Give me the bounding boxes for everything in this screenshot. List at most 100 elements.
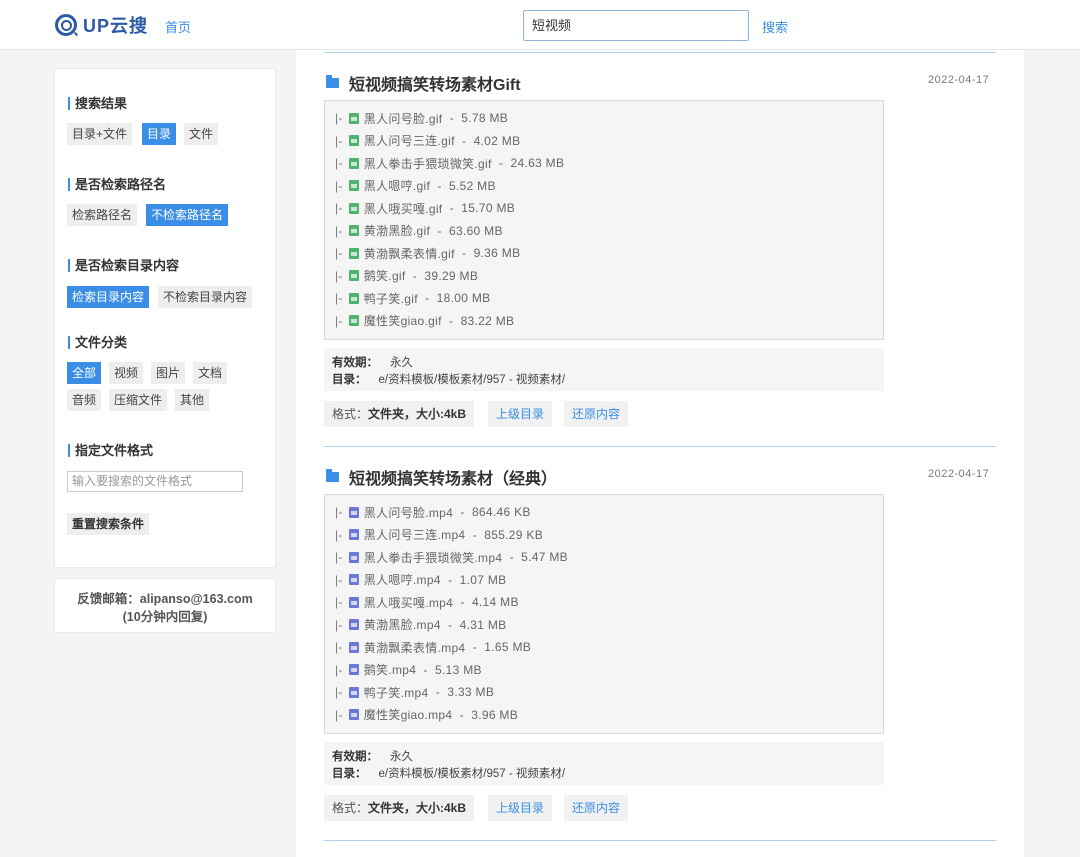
file-name: 黑人问号脸.gif <box>363 111 443 126</box>
file-size: 5.47 MB <box>521 550 568 564</box>
file-list-item[interactable]: |- 鹅笑.gif - 39.29 MB <box>335 268 478 284</box>
format-input[interactable]: 输入要搜索的文件格式 <box>67 471 243 492</box>
nav-home-link[interactable]: 首页 <box>165 17 191 36</box>
section-title-content: 是否检索目录内容 <box>68 259 179 272</box>
file-list-item[interactable]: |- 魔性笑giao.mp4 - 3.96 MB <box>335 707 518 723</box>
file-list-item[interactable]: |- 黑人问号脸.mp4 - 864.46 KB <box>335 504 531 520</box>
validity-value: 永久 <box>390 357 413 369</box>
result-date: 2022-04-17 <box>928 74 990 86</box>
result-title[interactable]: 短视频搞笑转场素材Gift <box>326 71 521 95</box>
tree-branch: |- <box>335 617 343 632</box>
search-input[interactable]: 短视频 <box>523 10 749 41</box>
file-size-separator: - <box>454 246 474 260</box>
filter-search-path[interactable]: 检索路径名 <box>67 204 138 226</box>
restore-content-button[interactable]: 还原内容 <box>564 401 629 427</box>
tree-branch: |- <box>335 268 343 283</box>
file-size-separator: - <box>441 313 461 328</box>
section-title-result: 搜索结果 <box>68 97 127 110</box>
file-size-separator: - <box>452 707 472 722</box>
file-list: |- 黑人问号脸.gif - 5.78 MB |- 黑人问号三连.gif - 4.02… <box>324 100 884 340</box>
video-file-icon <box>348 551 359 563</box>
tree-branch: |- <box>335 291 343 305</box>
category-video[interactable]: 视频 <box>109 362 144 384</box>
filter-sidebar: 搜索结果 目录+文件 目录 文件 是否检索路径名 检索路径名 不检索路径名 是否… <box>54 68 276 568</box>
file-size-separator: - <box>416 662 436 677</box>
result-meta: 有效期： 永久 目录： e/资料模板/模板素材/957 - 视频素材/ <box>324 742 884 785</box>
file-size-separator: - <box>405 268 425 283</box>
file-list-item[interactable]: |- 鸭子笑.gif - 18.00 MB <box>335 290 490 306</box>
category-all[interactable]: 全部 <box>67 362 102 384</box>
filter-no-search-content[interactable]: 不检索目录内容 <box>158 286 253 308</box>
tree-branch: |- <box>335 572 343 587</box>
file-size-separator: - <box>417 291 437 305</box>
file-list-item[interactable]: |- 黑人嗯哼.gif - 5.52 MB <box>335 178 496 194</box>
filter-dir-and-file[interactable]: 目录+文件 <box>67 123 133 145</box>
category-document[interactable]: 文档 <box>193 362 228 384</box>
file-size-separator: - <box>428 685 448 699</box>
format-value: 文件夹，大小:4kB <box>368 801 467 815</box>
file-name: 黑人嗯哼.gif <box>363 179 431 193</box>
file-list-item[interactable]: |- 黄渤黑脸.mp4 - 4.31 MB <box>335 617 506 633</box>
file-size: 1.65 MB <box>484 640 532 654</box>
directory-label: 目录： <box>332 768 367 780</box>
result-title-text[interactable]: 短视频搞笑转场素材（经典） <box>349 465 557 489</box>
file-name: 黑人问号三连.mp4 <box>363 528 466 542</box>
filter-file[interactable]: 文件 <box>184 123 219 145</box>
category-archive[interactable]: 压缩文件 <box>109 389 168 411</box>
category-image[interactable]: 图片 <box>151 362 186 384</box>
reset-button[interactable]: 重置搜索条件 <box>67 513 150 535</box>
image-file-icon <box>348 270 359 281</box>
top-bar: UP云搜 首页 短视频 搜索 <box>0 0 1080 50</box>
image-file-icon <box>348 180 359 191</box>
file-list-item[interactable]: |- 鸭子笑.mp4 - 3.33 MB <box>335 684 494 700</box>
parent-dir-button[interactable]: 上级目录 <box>488 401 553 427</box>
validity-row: 有效期： 永久 <box>332 748 413 764</box>
directory-row: 目录： e/资料模板/模板素材/957 - 视频素材/ <box>332 371 565 387</box>
validity-label: 有效期： <box>332 751 378 763</box>
tree-branch: |- <box>335 527 343 542</box>
tree-branch: |- <box>335 133 343 148</box>
file-list-item[interactable]: |- 黄渤黑脸.gif - 63.60 MB <box>335 223 503 239</box>
category-audio[interactable]: 音频 <box>67 389 102 411</box>
file-list-item[interactable]: |- 黑人哦买嘎.mp4 - 4.14 MB <box>335 594 519 610</box>
file-list-item[interactable]: |- 黑人问号三连.gif - 4.02 MB <box>335 133 520 149</box>
format-prefix: 格式： <box>332 407 369 421</box>
file-list-item[interactable]: |- 鹅笑.mp4 - 5.13 MB <box>335 662 482 678</box>
file-size-separator: - <box>442 201 462 215</box>
file-list-item[interactable]: |- 黑人嗯哼.mp4 - 1.07 MB <box>335 572 506 588</box>
file-list-item[interactable]: |- 黑人拳击手猥琐微笑.gif - 24.63 MB <box>335 155 564 171</box>
search-button[interactable]: 搜索 <box>762 17 788 36</box>
folder-icon <box>326 469 339 482</box>
result-title-text[interactable]: 短视频搞笑转场素材Gift <box>349 71 521 95</box>
file-list-item[interactable]: |- 黑人拳击手猥琐微笑.mp4 - 5.47 MB <box>335 549 568 565</box>
file-list-item[interactable]: |- 黄渤飘柔表情.gif - 9.36 MB <box>335 245 520 261</box>
file-size: 3.96 MB <box>471 707 519 722</box>
file-size-separator: - <box>465 640 485 654</box>
site-logo[interactable]: UP云搜 <box>55 12 148 38</box>
restore-content-button[interactable]: 还原内容 <box>564 795 629 821</box>
parent-dir-button[interactable]: 上级目录 <box>488 795 553 821</box>
filter-dir[interactable]: 目录 <box>142 123 177 145</box>
file-list-item[interactable]: |- 魔性笑giao.gif - 83.22 MB <box>335 313 514 329</box>
image-file-icon <box>348 225 359 236</box>
file-list-item[interactable]: |- 黄渤飘柔表情.mp4 - 1.65 MB <box>335 639 531 655</box>
tree-branch: |- <box>335 662 343 677</box>
file-name: 黄渤黑脸.mp4 <box>363 618 441 632</box>
file-size: 83.22 MB <box>460 313 515 328</box>
category-other[interactable]: 其他 <box>175 389 210 411</box>
filter-no-search-path[interactable]: 不检索路径名 <box>146 204 229 226</box>
feedback-email: 反馈邮箱：alipanso@163.com <box>77 592 253 606</box>
file-list-item[interactable]: |- 黑人问号三连.mp4 - 855.29 KB <box>335 527 543 543</box>
file-list-item[interactable]: |- 黑人问号脸.gif - 5.78 MB <box>335 110 508 126</box>
result-title[interactable]: 短视频搞笑转场素材（经典） <box>326 465 557 489</box>
result-separator <box>324 446 996 447</box>
file-list-item[interactable]: |- 黑人哦买嘎.gif - 15.70 MB <box>335 200 515 216</box>
section-title-category: 文件分类 <box>68 336 127 349</box>
validity-row: 有效期： 永久 <box>332 354 413 370</box>
result-meta: 有效期： 永久 目录： e/资料模板/模板素材/957 - 视频素材/ <box>324 348 884 391</box>
file-size: 18.00 MB <box>436 291 491 305</box>
file-size-separator: - <box>453 595 472 609</box>
file-size-separator: - <box>430 223 449 238</box>
filter-search-content[interactable]: 检索目录内容 <box>67 286 150 308</box>
video-file-icon <box>348 529 359 540</box>
